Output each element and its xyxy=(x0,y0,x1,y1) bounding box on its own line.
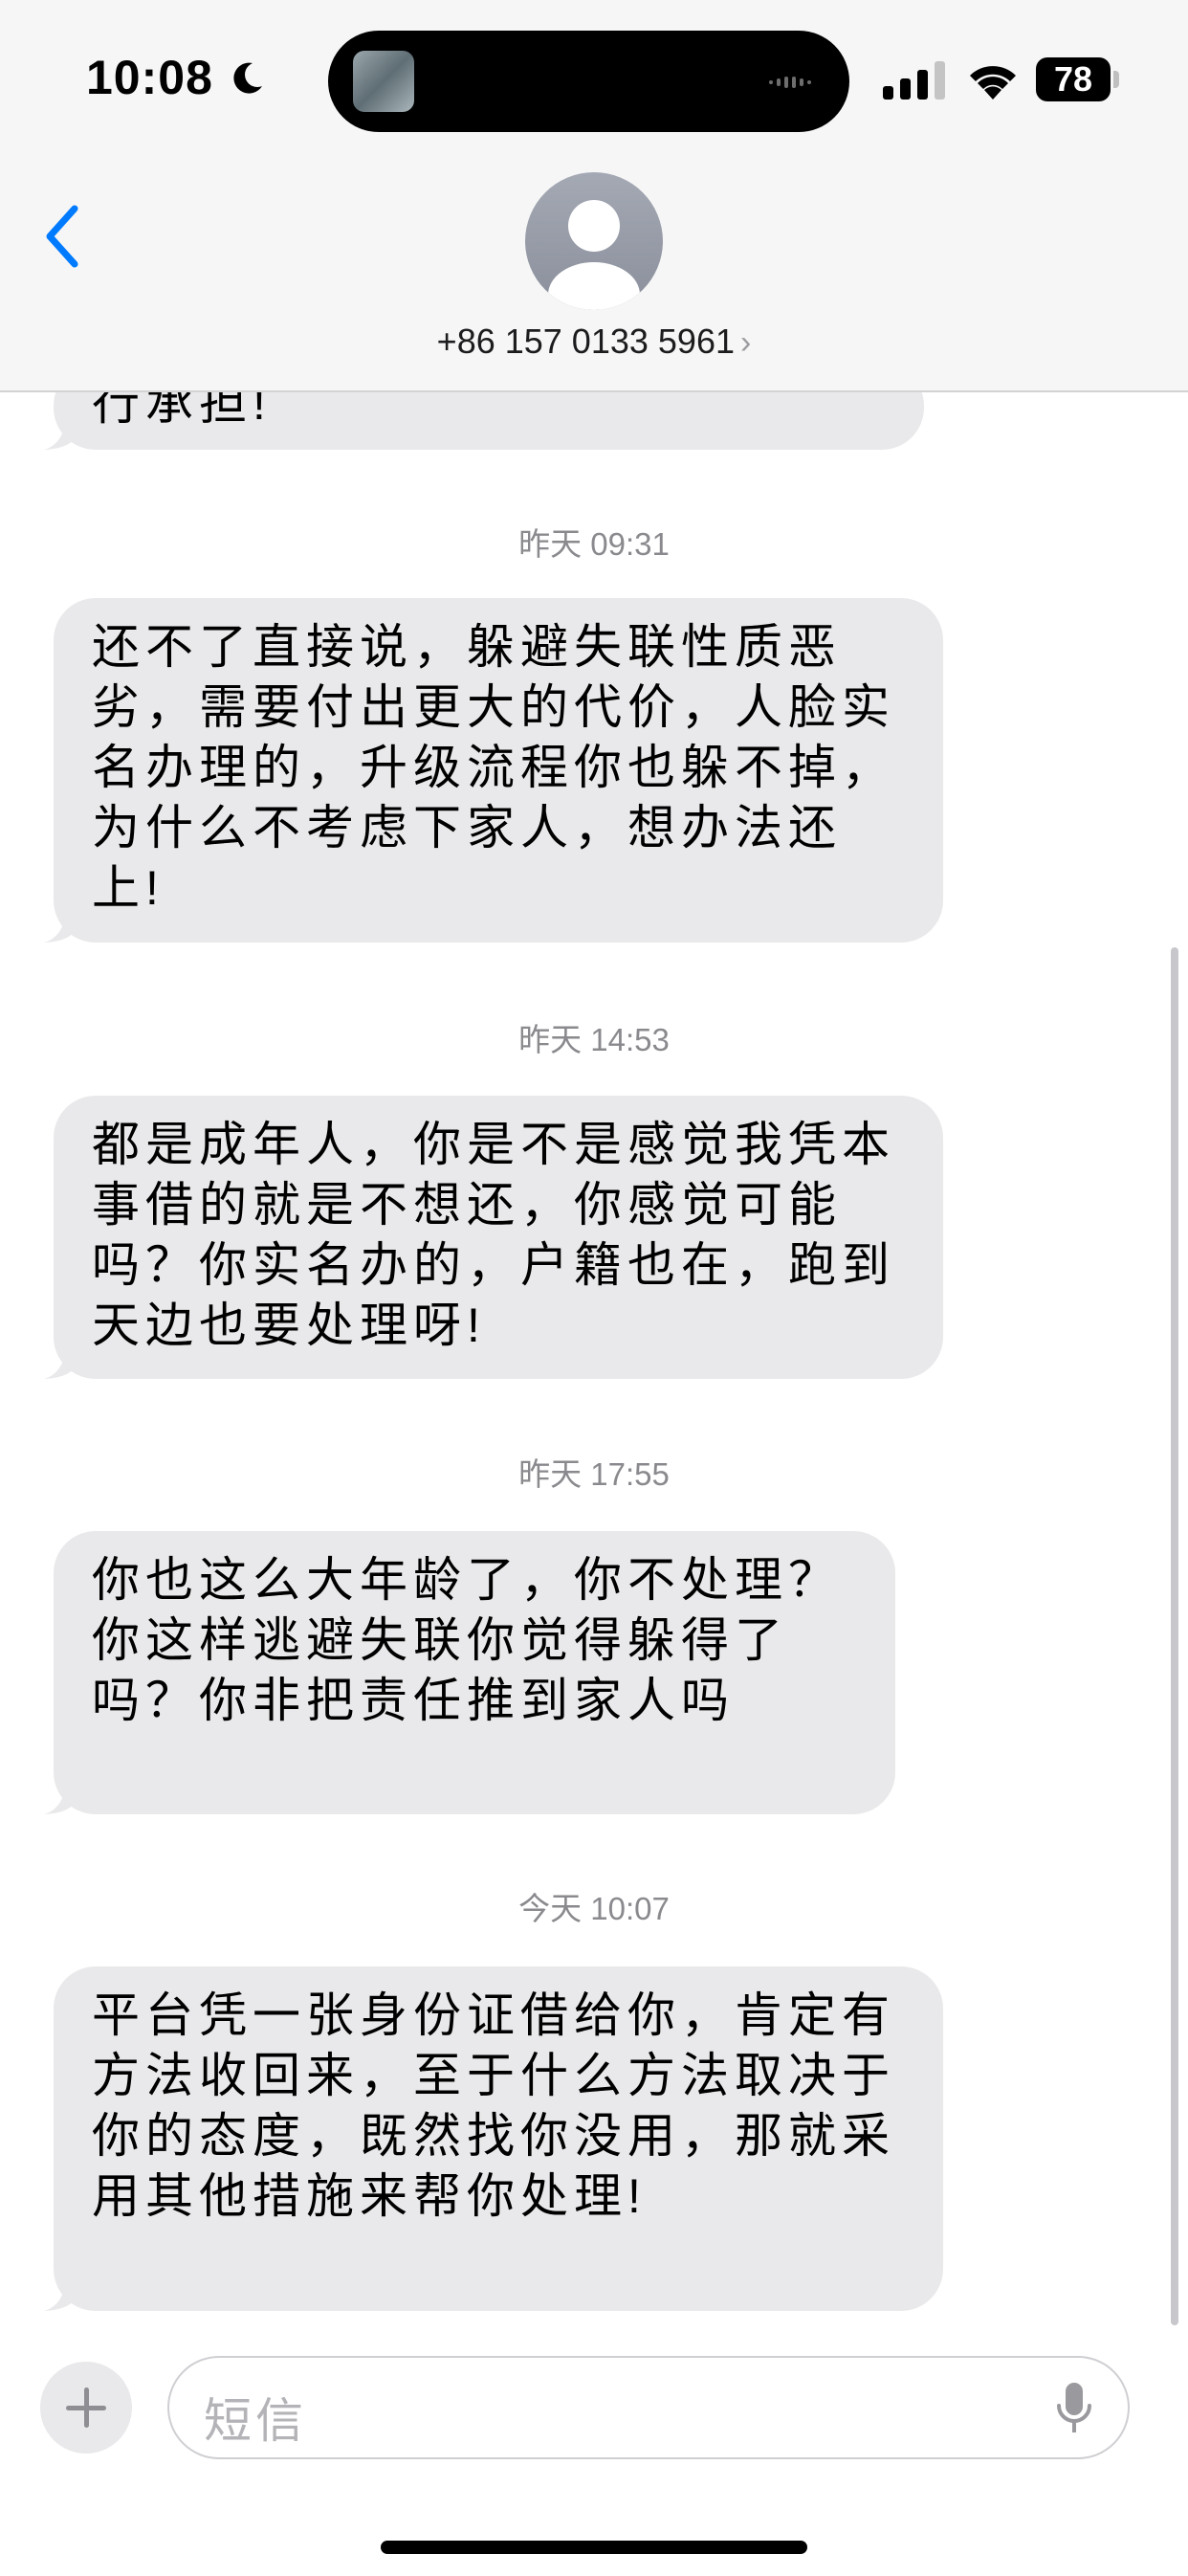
message-text: 平台凭一张身份证借给你，肯定有方法收回来，至于什么方法取决于你的态度，既然找你没… xyxy=(92,1988,895,2223)
bubble-tail xyxy=(44,1776,77,1814)
battery-tip xyxy=(1113,71,1119,88)
message-timestamp: 昨天 09:31 xyxy=(518,526,670,562)
conversation-header: +86 157 0133 5961 › xyxy=(0,153,1188,392)
message-timestamp: 昨天 14:53 xyxy=(518,1022,670,1057)
plus-icon-vertical xyxy=(84,2387,89,2428)
wifi-icon xyxy=(970,66,1016,100)
message-bubble[interactable]: 还不了直接说，躲避失联性质恶劣，需要付出更大的代价，人脸实名办理的，升级流程你也… xyxy=(54,598,943,943)
microphone-icon[interactable] xyxy=(1055,2383,1093,2438)
status-bar: 10:08 78 xyxy=(0,0,1188,153)
contact-number[interactable]: +86 157 0133 5961 xyxy=(437,322,735,361)
chevron-right-icon: › xyxy=(739,324,752,361)
chevron-left-icon[interactable] xyxy=(42,203,80,270)
cellular-signal-icon xyxy=(883,61,945,100)
message-timestamp: 昨天 17:55 xyxy=(518,1456,670,1492)
bubble-tail xyxy=(44,1341,77,1379)
bubble-tail xyxy=(44,904,77,943)
dynamic-island[interactable] xyxy=(328,31,849,132)
message-text: 行承担! xyxy=(92,392,272,430)
battery-indicator: 78 xyxy=(1036,57,1122,101)
message-text: 还不了直接说，躲避失联性质恶劣，需要付出更大的代价，人脸实名办理的，升级流程你也… xyxy=(92,620,895,915)
contact-name[interactable]: +86 157 0133 5961 › xyxy=(0,322,1188,362)
contact-avatar[interactable] xyxy=(525,172,663,310)
message-bubble[interactable]: 你也这么大年龄了，你不处理？你这样逃避失联你觉得躲得了吗？你非把责任推到家人吗 xyxy=(54,1531,895,1814)
now-playing-artwork xyxy=(353,51,414,112)
message-timestamp: 今天 10:07 xyxy=(518,1891,670,1926)
scrollbar[interactable] xyxy=(1171,947,1178,2325)
home-indicator[interactable] xyxy=(381,2541,807,2554)
compose-bar: 短信 xyxy=(0,2344,1188,2576)
message-text: 都是成年人，你是不是感觉我凭本事借的就是不想还，你感觉可能吗？你实名办的，户籍也… xyxy=(92,1118,895,1352)
message-bubble[interactable]: 平台凭一张身份证借给你，肯定有方法收回来，至于什么方法取决于你的态度，既然找你没… xyxy=(54,1966,943,2311)
audio-wave-icon xyxy=(769,77,811,88)
battery-level: 78 xyxy=(1036,57,1111,101)
message-bubble[interactable]: 都是成年人，你是不是感觉我凭本事借的就是不想还，你感觉可能吗？你实名办的，户籍也… xyxy=(54,1096,943,1379)
status-time: 10:08 xyxy=(86,51,213,104)
message-input[interactable]: 短信 xyxy=(167,2356,1130,2459)
bubble-tail xyxy=(44,2273,77,2311)
moon-icon xyxy=(233,62,262,94)
plus-button[interactable] xyxy=(40,2362,132,2454)
person-icon xyxy=(548,200,640,310)
message-bubble[interactable]: 行承担! xyxy=(54,392,924,450)
message-list[interactable]: 行承担! 昨天 09:31 还不了直接说，躲避失联性质恶劣，需要付出更大的代价，… xyxy=(0,392,1188,2344)
bubble-tail xyxy=(44,411,77,450)
message-text: 你也这么大年龄了，你不处理？你这样逃避失联你觉得躲得了吗？你非把责任推到家人吗 xyxy=(92,1553,842,1727)
message-input-placeholder: 短信 xyxy=(204,2394,307,2448)
